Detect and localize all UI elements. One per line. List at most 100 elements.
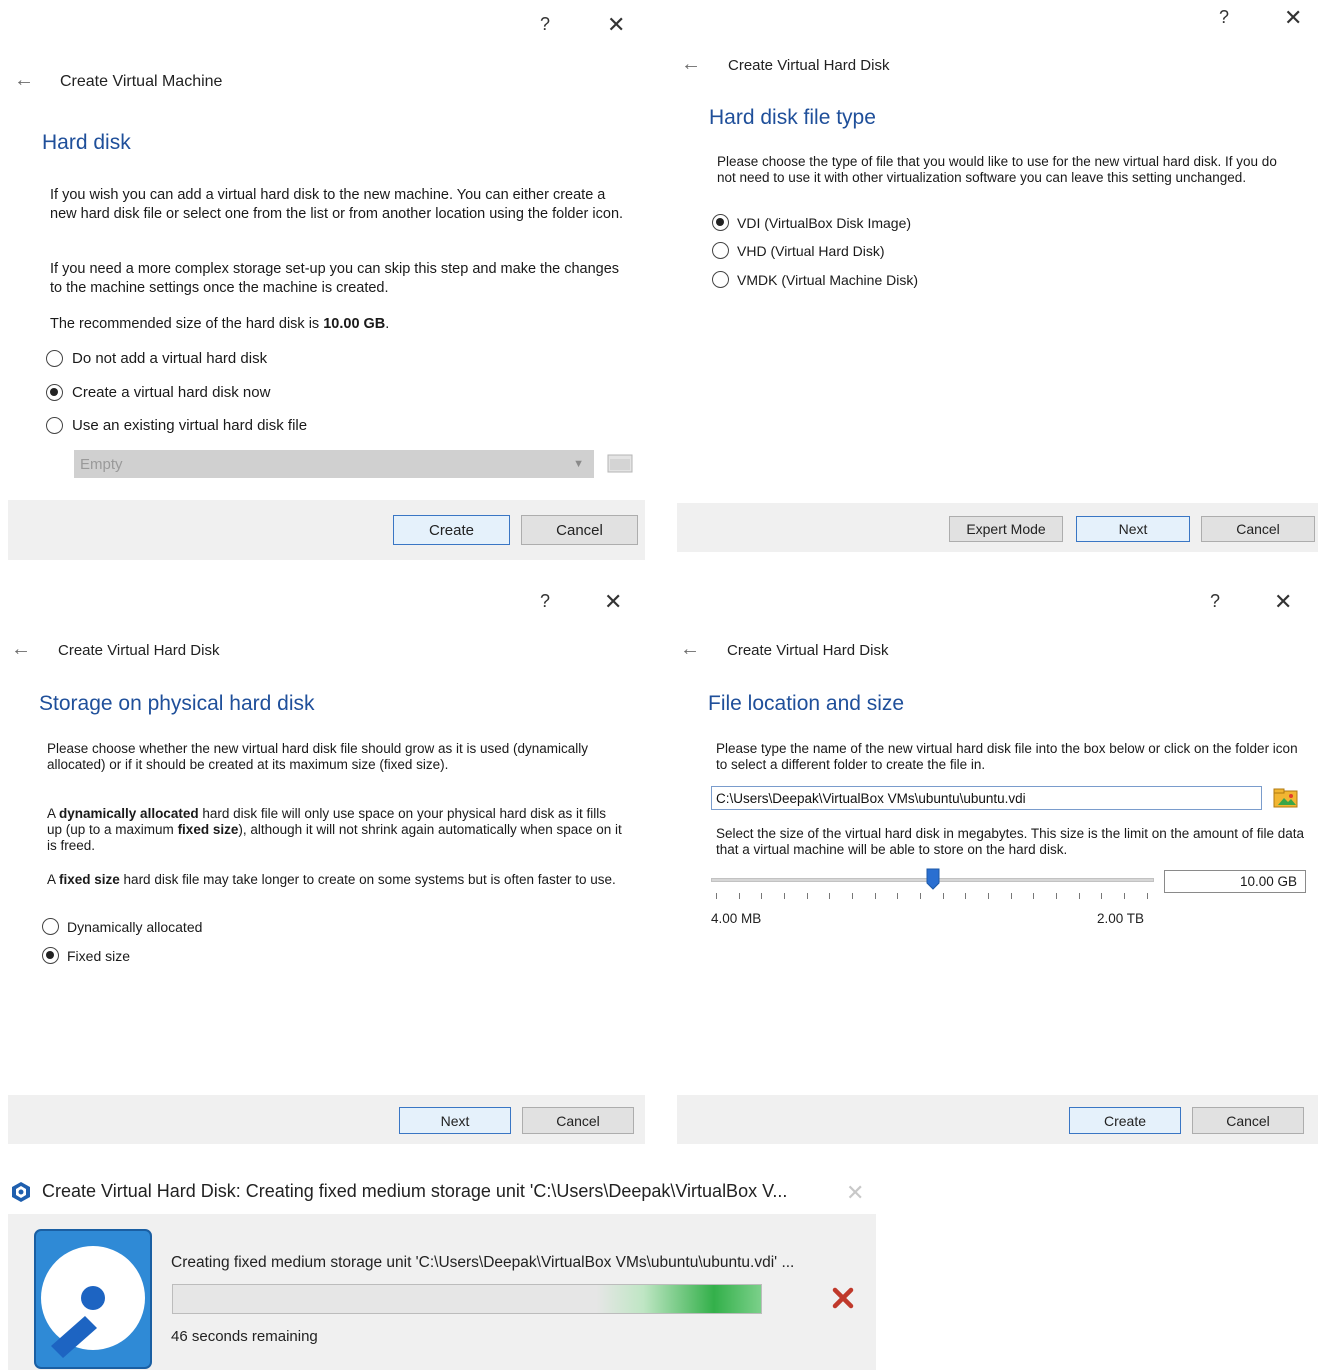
intro-paragraph: If you wish you can add a virtual hard d… bbox=[50, 187, 624, 222]
cancel-button[interactable]: Cancel bbox=[1192, 1107, 1304, 1134]
close-icon[interactable]: ✕ bbox=[1274, 591, 1292, 613]
button-bar: Next Cancel bbox=[8, 1095, 645, 1144]
tick-mark bbox=[829, 893, 831, 899]
recommended-size-value: 10.00 GB bbox=[323, 316, 386, 332]
radio-label: Dynamically allocated bbox=[67, 918, 203, 935]
section-heading: Storage on physical hard disk bbox=[39, 692, 315, 715]
radio-use-existing[interactable]: Use an existing virtual hard disk file bbox=[46, 417, 307, 434]
tick-mark bbox=[784, 893, 786, 899]
button-bar: Create Cancel bbox=[8, 500, 645, 560]
radio-no-disk[interactable]: Do not add a virtual hard disk bbox=[46, 350, 267, 367]
text-part: A bbox=[47, 872, 60, 887]
expert-mode-button[interactable]: Expert Mode bbox=[949, 516, 1063, 542]
size-value-input[interactable]: 10.00 GB bbox=[1164, 870, 1306, 893]
back-arrow-icon[interactable]: ← bbox=[14, 70, 34, 90]
progress-bar-fill bbox=[173, 1285, 761, 1313]
dialog-file-location-size: ? ✕ ← Create Virtual Hard Disk File loca… bbox=[670, 580, 1318, 1150]
help-button[interactable]: ? bbox=[540, 591, 550, 612]
storage-intro-paragraph: Please choose whether the new virtual ha… bbox=[47, 741, 589, 772]
radio-fixed-size[interactable]: Fixed size bbox=[42, 947, 130, 964]
progress-bar bbox=[172, 1284, 762, 1314]
slider-max-label: 2.00 TB bbox=[1097, 911, 1145, 926]
folder-icon bbox=[607, 454, 633, 473]
tick-mark bbox=[942, 893, 944, 899]
progress-body: Creating fixed medium storage unit 'C:\U… bbox=[8, 1214, 876, 1370]
dialog-hard-disk-file-type: ? ✕ ← Create Virtual Hard Disk Hard disk… bbox=[670, 0, 1318, 560]
create-button[interactable]: Create bbox=[393, 515, 510, 545]
recommended-prefix: The recommended size of the hard disk is bbox=[50, 316, 324, 332]
radio-label: Create a virtual hard disk now bbox=[72, 384, 271, 401]
location-paragraph: Please type the name of the new virtual … bbox=[716, 741, 1298, 772]
radio-vmdk[interactable]: VMDK (Virtual Machine Disk) bbox=[712, 271, 918, 288]
radio-button[interactable] bbox=[712, 242, 729, 259]
progress-title: Create Virtual Hard Disk: Creating fixed… bbox=[42, 1181, 788, 1201]
close-icon[interactable]: ✕ bbox=[607, 14, 625, 36]
help-button[interactable]: ? bbox=[1210, 591, 1220, 612]
radio-create-disk-now[interactable]: Create a virtual hard disk now bbox=[46, 384, 270, 401]
radio-label: VMDK (Virtual Machine Disk) bbox=[737, 271, 919, 288]
button-bar: Create Cancel bbox=[677, 1095, 1318, 1144]
radio-vdi[interactable]: VDI (VirtualBox Disk Image) bbox=[712, 214, 911, 231]
cancel-button[interactable]: Cancel bbox=[521, 515, 638, 545]
tick-mark bbox=[1056, 893, 1058, 899]
file-path-input[interactable]: C:\Users\Deepak\VirtualBox VMs\ubuntu\ub… bbox=[711, 786, 1262, 810]
section-heading: Hard disk file type bbox=[709, 106, 876, 129]
tick-mark bbox=[988, 893, 990, 899]
complex-storage-paragraph: If you need a more complex storage set-u… bbox=[50, 261, 620, 296]
radio-label: Do not add a virtual hard disk bbox=[72, 350, 268, 367]
folder-icon[interactable] bbox=[1273, 787, 1299, 809]
close-icon[interactable]: ✕ bbox=[846, 1182, 864, 1204]
back-arrow-icon[interactable]: ← bbox=[11, 639, 31, 659]
radio-button[interactable] bbox=[46, 417, 63, 434]
radio-dynamically-allocated[interactable]: Dynamically allocated bbox=[42, 918, 202, 935]
tick-mark bbox=[1078, 893, 1080, 899]
recommended-size-text: The recommended size of the hard disk is… bbox=[50, 315, 630, 334]
text-part: A bbox=[47, 806, 60, 821]
radio-label: Fixed size bbox=[67, 947, 131, 964]
tick-mark bbox=[920, 893, 922, 899]
radio-vhd[interactable]: VHD (Virtual Hard Disk) bbox=[712, 242, 885, 259]
help-button[interactable]: ? bbox=[1219, 7, 1229, 28]
chevron-down-icon: ▼ bbox=[573, 458, 584, 470]
slider-ticks bbox=[716, 893, 1148, 899]
text-bold: dynamically allocated bbox=[59, 806, 199, 821]
dialog-storage-physical-disk: ? ✕ ← Create Virtual Hard Disk Storage o… bbox=[0, 580, 650, 1150]
create-button[interactable]: Create bbox=[1069, 1107, 1181, 1134]
tick-mark bbox=[1033, 893, 1035, 899]
cancel-icon[interactable] bbox=[831, 1286, 855, 1310]
wizard-title: Create Virtual Hard Disk bbox=[728, 57, 890, 74]
tick-mark bbox=[1146, 893, 1148, 899]
radio-button[interactable] bbox=[46, 350, 63, 367]
radio-button-selected[interactable] bbox=[712, 214, 729, 231]
radio-button[interactable] bbox=[712, 271, 729, 288]
tick-mark bbox=[874, 893, 876, 899]
virtualbox-icon bbox=[12, 1182, 30, 1202]
next-button[interactable]: Next bbox=[399, 1107, 511, 1134]
tick-mark bbox=[761, 893, 763, 899]
section-heading: File location and size bbox=[708, 692, 905, 715]
radio-button-selected[interactable] bbox=[42, 947, 59, 964]
cancel-button[interactable]: Cancel bbox=[522, 1107, 634, 1134]
tick-mark bbox=[806, 893, 808, 899]
section-heading: Hard disk bbox=[42, 131, 131, 154]
slider-min-label: 4.00 MB bbox=[711, 911, 762, 926]
fixed-explanation-paragraph: A fixed size hard disk file may take lon… bbox=[47, 872, 622, 888]
time-remaining: 46 seconds remaining bbox=[171, 1328, 318, 1345]
tick-mark bbox=[716, 893, 717, 899]
back-arrow-icon[interactable]: ← bbox=[681, 54, 701, 74]
close-icon[interactable]: ✕ bbox=[1284, 7, 1302, 29]
radio-button-selected[interactable] bbox=[46, 384, 63, 401]
wizard-title: Create Virtual Hard Disk bbox=[58, 642, 220, 659]
progress-dialog: Create Virtual Hard Disk: Creating fixed… bbox=[0, 1168, 880, 1370]
combo-value: Empty bbox=[80, 455, 123, 473]
size-slider-thumb[interactable] bbox=[926, 868, 940, 890]
text-part: hard disk file may take longer to create… bbox=[119, 872, 616, 887]
back-arrow-icon[interactable]: ← bbox=[680, 639, 700, 659]
cancel-button[interactable]: Cancel bbox=[1201, 516, 1315, 542]
progress-message: Creating fixed medium storage unit 'C:\U… bbox=[171, 1254, 795, 1271]
radio-button[interactable] bbox=[42, 918, 59, 935]
next-button[interactable]: Next bbox=[1076, 516, 1190, 542]
tick-mark bbox=[738, 893, 740, 899]
help-button[interactable]: ? bbox=[540, 14, 550, 35]
close-icon[interactable]: ✕ bbox=[604, 591, 622, 613]
